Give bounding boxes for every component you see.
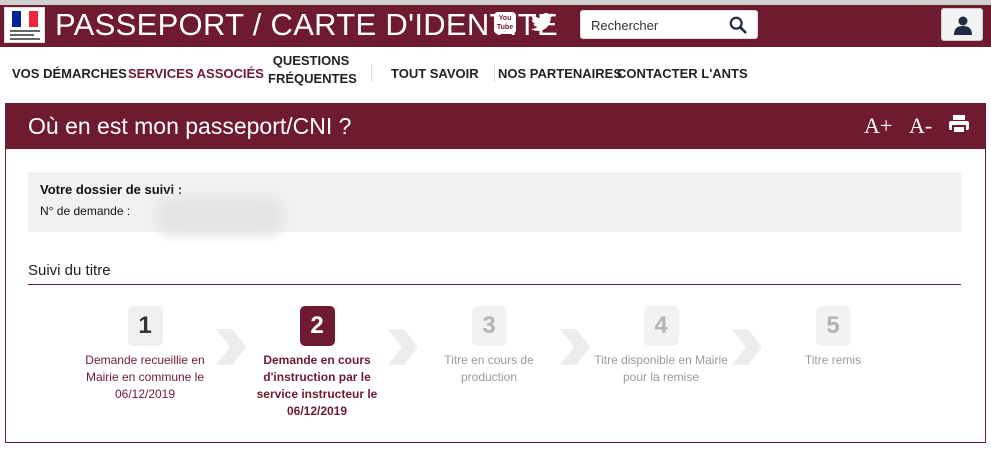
nav-active-indicator	[127, 44, 249, 45]
nav-item-services-associes[interactable]: SERVICES ASSOCIÉS	[128, 65, 264, 83]
nav-item-tout-savoir[interactable]: TOUT SAVOIR	[391, 65, 479, 83]
site-title[interactable]: PASSEPORT / CARTE D'IDENTITE	[55, 7, 558, 43]
step-label: Demande recueillie en Mairie en commune …	[85, 353, 205, 401]
nav-separator	[494, 64, 495, 82]
youtube-icon[interactable]: You Tube	[494, 12, 516, 34]
demande-number-label: N° de demande :	[40, 204, 131, 218]
suivi-divider	[28, 284, 961, 285]
logo-text-lines	[10, 30, 40, 42]
search-box[interactable]	[580, 10, 758, 39]
chevron-right-icon	[560, 329, 590, 365]
step-label: Titre disponible en Mairie pour la remis…	[594, 353, 728, 384]
step-number: 3	[471, 306, 507, 346]
nav-item-vos-demarches[interactable]: VOS DÉMARCHES	[12, 65, 127, 83]
step-1: 1 Demande recueillie en Mairie en commun…	[75, 306, 215, 403]
user-icon	[954, 16, 972, 35]
suivi-panel: Où en est mon passeport/CNI ? A+ A- Votr…	[5, 103, 986, 443]
nav-item-contacter-ants[interactable]: CONTACTER L'ANTS	[617, 65, 748, 83]
step-number: 1	[127, 306, 163, 346]
nav-separator	[371, 64, 372, 82]
step-number: 5	[815, 306, 851, 346]
twitter-icon[interactable]	[530, 10, 554, 34]
font-increase-button[interactable]: A+	[864, 113, 892, 139]
print-icon[interactable]	[948, 114, 970, 136]
chevron-right-icon	[388, 329, 418, 365]
step-5: 5 Titre remis	[763, 306, 903, 369]
font-decrease-button[interactable]: A-	[909, 113, 932, 139]
step-number: 4	[643, 306, 679, 346]
step-3: 3 Titre en cours de production	[419, 306, 559, 386]
step-4: 4 Titre disponible en Mairie pour la rem…	[591, 306, 731, 386]
browser-strip	[0, 0, 991, 5]
search-input[interactable]	[591, 16, 721, 34]
user-account-button[interactable]	[941, 8, 983, 41]
step-2: 2 Demande en cours d'instruction par le …	[247, 306, 387, 420]
page-title: Où en est mon passeport/CNI ?	[28, 113, 352, 139]
panel-header: Où en est mon passeport/CNI ? A+ A-	[6, 104, 985, 149]
nav-item-questions-frequentes[interactable]: QUESTIONS FRÉQUENTES	[268, 52, 357, 88]
site-header: PASSEPORT / CARTE D'IDENTITE You Tube	[0, 0, 991, 47]
nav-item-nos-partenaires[interactable]: NOS PARTENAIRES	[498, 65, 622, 83]
step-number: 2	[299, 306, 335, 346]
republique-francaise-logo[interactable]	[4, 7, 45, 43]
dossier-box: Votre dossier de suivi : N° de demande :	[28, 172, 961, 236]
step-label: Demande en cours d'instruction par le se…	[256, 353, 378, 418]
chevron-right-icon	[216, 329, 246, 365]
dossier-title: Votre dossier de suivi :	[40, 182, 183, 197]
chevron-right-icon	[732, 329, 762, 365]
search-icon[interactable]	[729, 16, 747, 34]
french-flag-icon	[12, 11, 39, 27]
step-label: Titre en cours de production	[444, 353, 534, 384]
redacted-demande-number	[156, 196, 284, 236]
suivi-title: Suivi du titre	[28, 262, 111, 279]
step-label: Titre remis	[804, 353, 862, 367]
